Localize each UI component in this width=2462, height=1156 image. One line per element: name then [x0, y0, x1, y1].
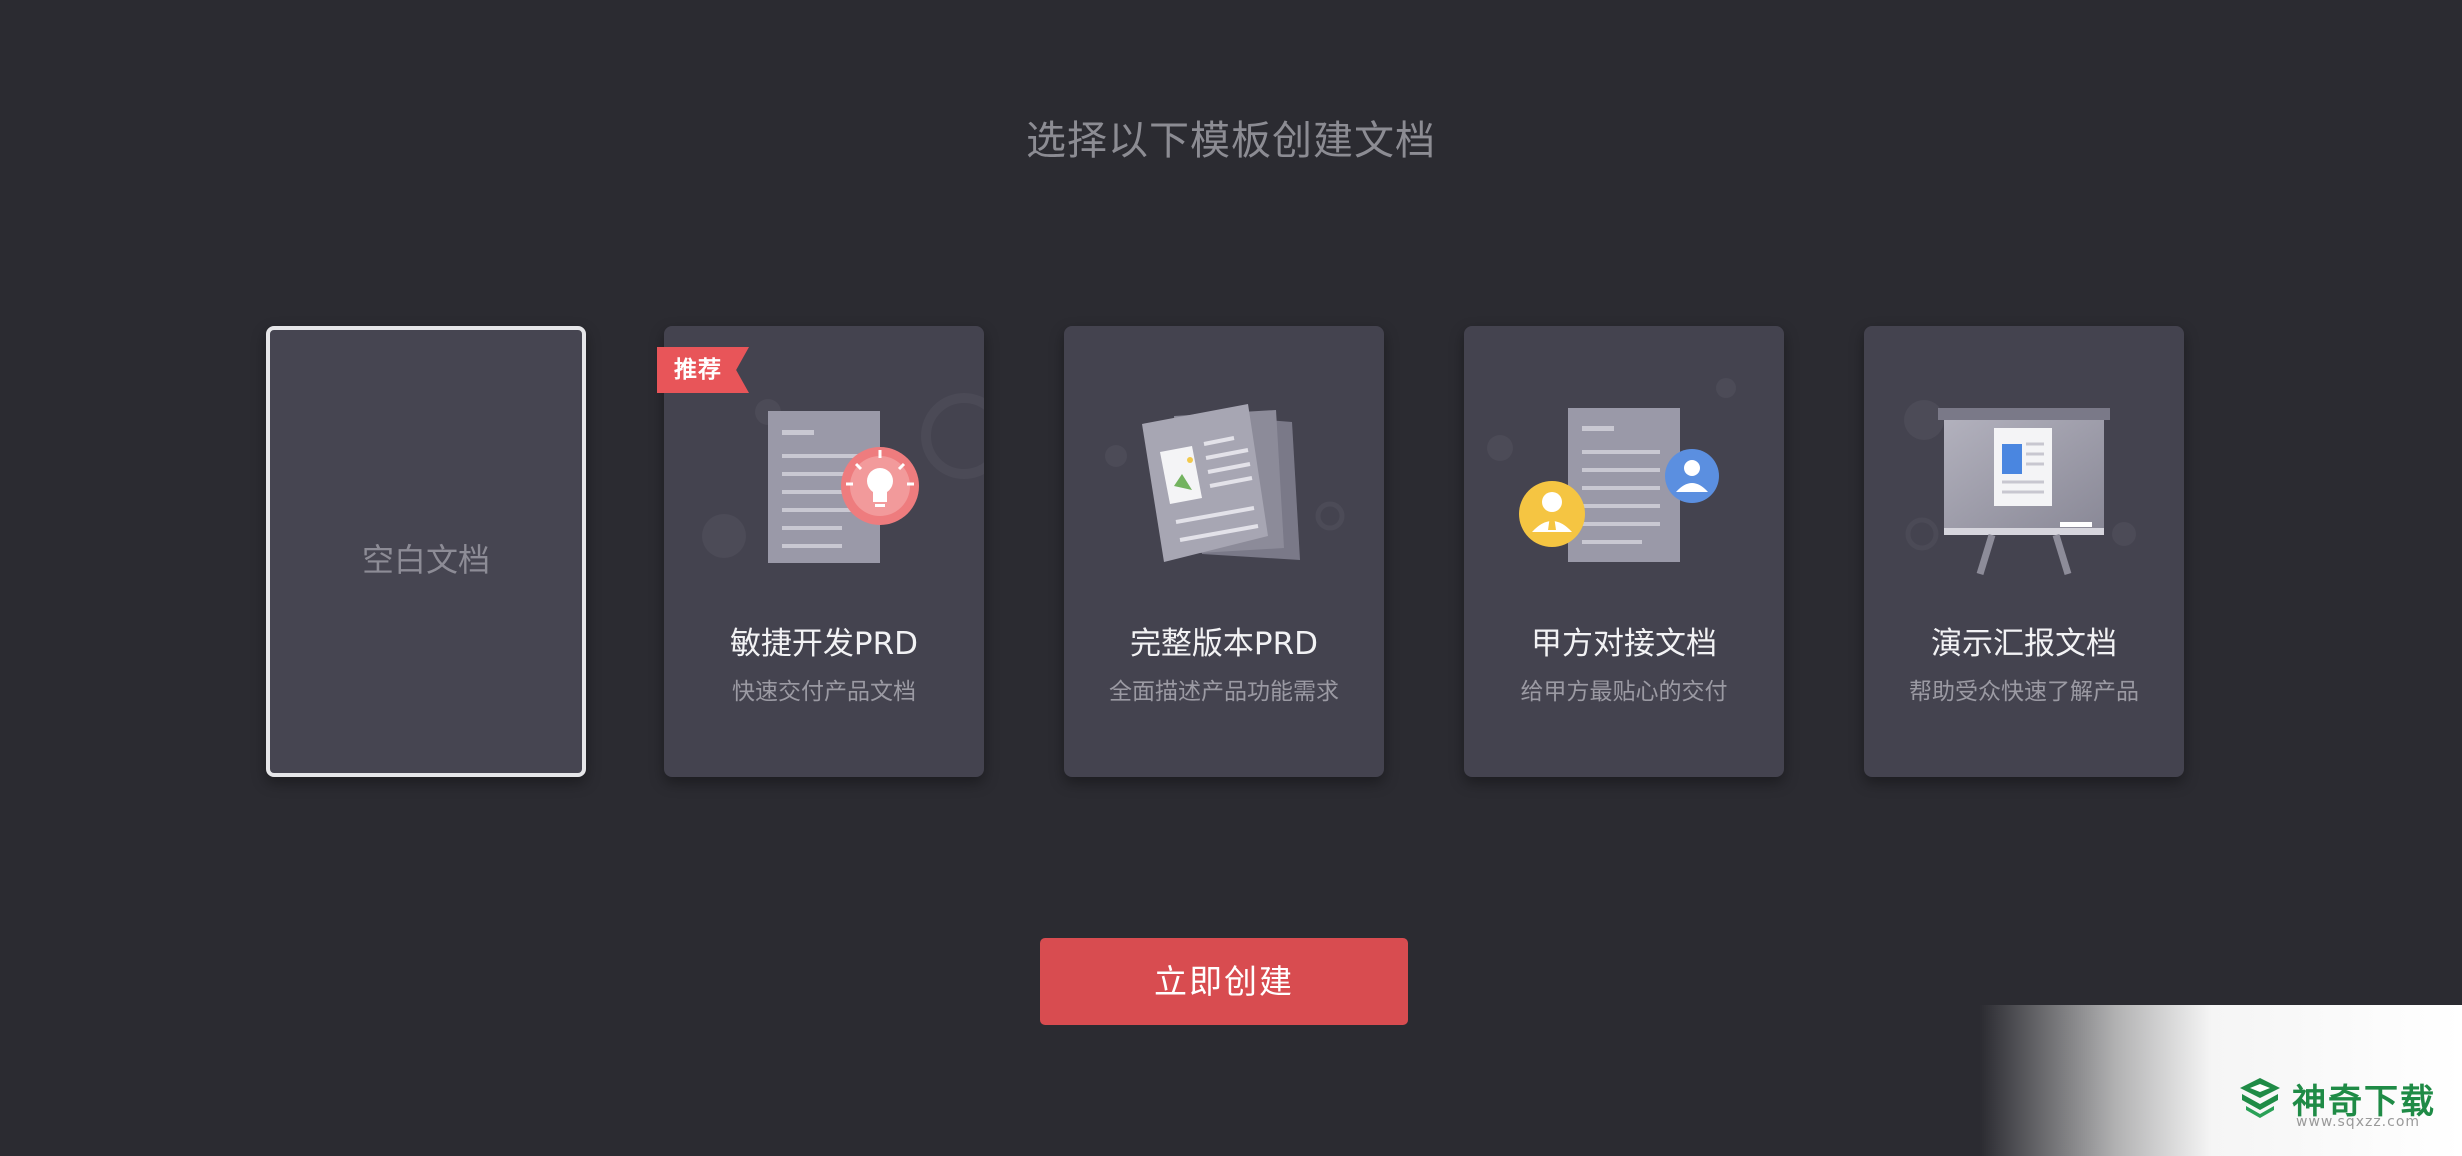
template-card-blank[interactable]: 空白文档: [266, 326, 586, 777]
template-card-agile-prd[interactable]: 敏捷开发PRD 快速交付产品文档: [664, 326, 984, 777]
template-title: 甲方对接文档: [1531, 626, 1717, 662]
template-description: 快速交付产品文档: [732, 679, 916, 705]
create-now-button[interactable]: 立即创建: [1040, 938, 1408, 1025]
recommended-badge: 推荐: [657, 347, 749, 393]
document-stack-image-icon: [1105, 404, 1345, 562]
watermark-url: www.sqxzz.com: [2296, 1114, 2421, 1130]
template-card-client-doc[interactable]: 甲方对接文档 给甲方最贴心的交付: [1464, 326, 1784, 777]
template-title: 演示汇报文档: [1931, 626, 2117, 662]
box-logo-icon: [2240, 1078, 2280, 1118]
template-description: 帮助受众快速了解产品: [1909, 679, 2139, 705]
template-description: 全面描述产品功能需求: [1109, 679, 1339, 705]
template-description: 给甲方最贴心的交付: [1520, 679, 1728, 705]
page-title: 选择以下模板创建文档: [1026, 118, 1436, 164]
template-title: 敏捷开发PRD: [729, 626, 919, 662]
template-card-full-prd[interactable]: 完整版本PRD 全面描述产品功能需求: [1064, 326, 1384, 777]
template-title: 完整版本PRD: [1129, 626, 1319, 662]
presentation-board-icon: [1904, 400, 2136, 576]
document-people-icon: [1487, 378, 1736, 562]
template-card-presentation[interactable]: 演示汇报文档 帮助受众快速了解产品: [1864, 326, 2184, 777]
template-blank-label: 空白文档: [361, 541, 490, 579]
